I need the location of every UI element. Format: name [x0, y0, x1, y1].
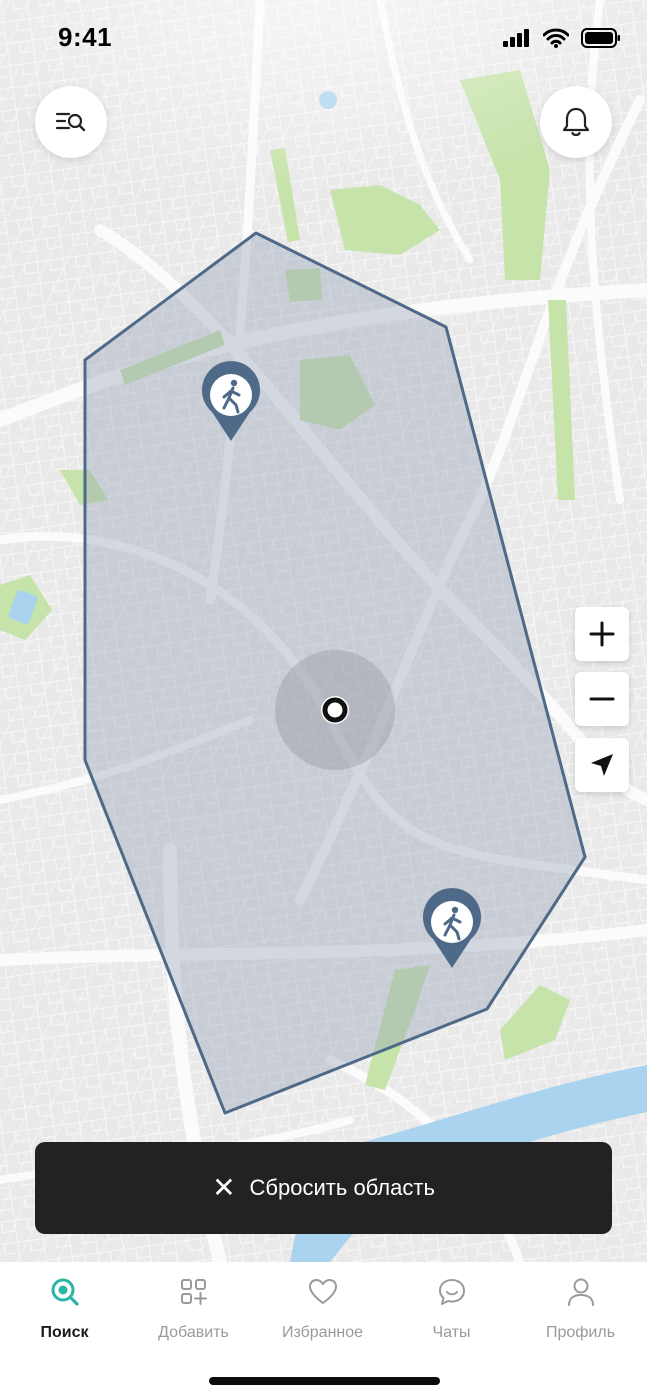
heart-icon: [303, 1272, 343, 1312]
map[interactable]: [0, 0, 647, 1262]
screen: 9:41 ✕ Сбросить область Поиск Добавить И…: [0, 0, 647, 1400]
status-icons: [503, 28, 621, 48]
tab-label: Добавить: [158, 1324, 229, 1341]
filter-search-button[interactable]: [35, 86, 107, 158]
battery-icon: [581, 28, 620, 48]
home-indicator: [209, 1377, 440, 1385]
reset-area-button[interactable]: ✕ Сбросить область: [35, 1142, 612, 1234]
reset-area-label: Сбросить область: [249, 1175, 435, 1200]
bell-icon: [562, 107, 590, 136]
tab-label: Профиль: [545, 1324, 616, 1341]
status-time: 9:41: [58, 22, 113, 52]
tab-add[interactable]: Добавить: [129, 1272, 258, 1342]
profile-icon: [561, 1272, 601, 1312]
tab-label: Поиск: [40, 1324, 89, 1341]
add-grid-icon: [174, 1272, 214, 1312]
search-tab-icon: [45, 1272, 85, 1312]
chat-icon: [432, 1272, 472, 1312]
plus-icon: [589, 621, 615, 647]
cellular-signal-icon: [503, 29, 529, 47]
tab-chats[interactable]: Чаты: [387, 1272, 516, 1342]
notifications-button[interactable]: [540, 86, 612, 158]
zoom-in-button[interactable]: [575, 607, 629, 661]
wifi-icon: [543, 28, 569, 48]
tab-label: Чаты: [432, 1324, 471, 1341]
my-location-button[interactable]: [575, 738, 629, 792]
tab-label: Избранное: [281, 1324, 364, 1341]
navigation-arrow-icon: [591, 754, 613, 776]
zoom-out-button[interactable]: [575, 672, 629, 726]
tab-favorites[interactable]: Избранное: [258, 1272, 387, 1342]
tab-search[interactable]: Поиск: [0, 1272, 129, 1342]
filter-list-search-icon: [55, 112, 86, 132]
tab-profile[interactable]: Профиль: [516, 1272, 645, 1342]
close-icon: ✕: [212, 1172, 236, 1203]
status-bar: 9:41: [0, 0, 647, 80]
minus-icon: [589, 697, 615, 701]
